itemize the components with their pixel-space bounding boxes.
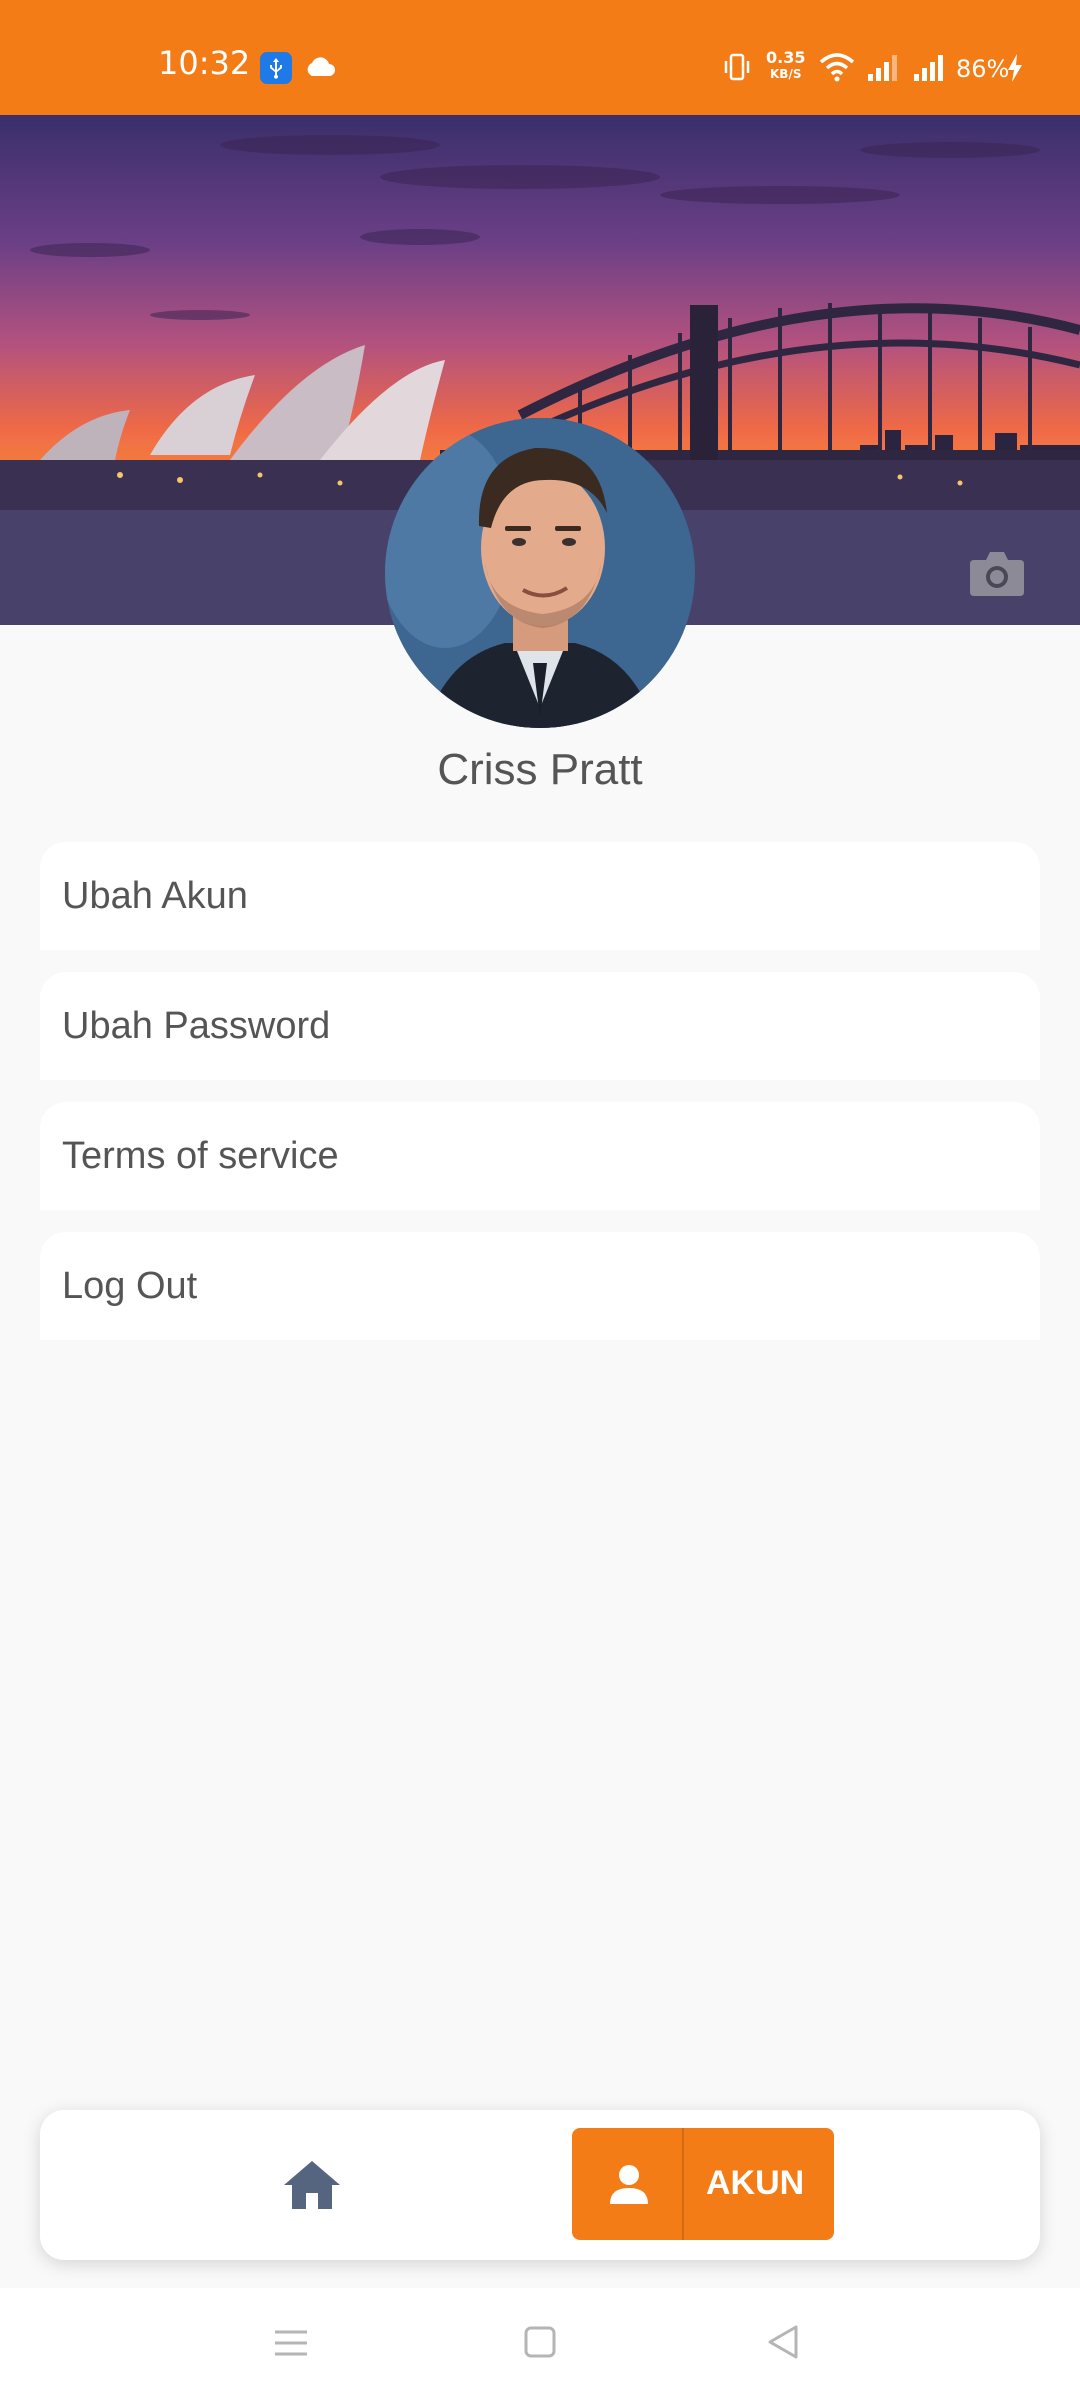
avatar-image	[385, 418, 695, 728]
vibrate-icon	[722, 52, 752, 87]
recent-apps-button[interactable]	[273, 2328, 309, 2363]
menu-item-label: Terms of service	[62, 1134, 339, 1177]
network-speed-unit: KB/S	[770, 67, 802, 81]
menu-item-label: Ubah Password	[62, 1004, 331, 1047]
menu-item-label: Log Out	[62, 1264, 198, 1307]
status-bar: 10:32 0.35 KB/S 86%	[0, 0, 1080, 115]
menu-icon	[275, 2330, 307, 2356]
back-system-button[interactable]	[766, 2324, 800, 2365]
change-cover-photo-button[interactable]	[968, 548, 1026, 598]
battery-level: 86%	[956, 55, 1010, 83]
network-speed-value: 0.35	[766, 48, 806, 67]
menu-item-terms-of-service[interactable]: Terms of service	[40, 1102, 1040, 1210]
menu-item-ubah-akun[interactable]: Ubah Akun	[40, 842, 1040, 950]
nav-akun-label: AKUN	[706, 2164, 805, 2202]
signal-icon	[912, 52, 948, 87]
status-time: 10:32	[158, 44, 251, 82]
nav-divider	[682, 2128, 684, 2240]
charging-icon	[1006, 54, 1024, 87]
cloud-icon	[304, 56, 336, 83]
nav-akun-button[interactable]: AKUN	[572, 2128, 834, 2240]
signal-icon	[866, 52, 902, 87]
system-navigation-bar	[0, 2288, 1080, 2400]
home-system-button[interactable]	[524, 2326, 556, 2363]
wifi-icon	[818, 52, 856, 87]
home-icon	[284, 2161, 340, 2209]
menu-item-label: Ubah Akun	[62, 874, 248, 917]
back-icon	[768, 2325, 798, 2359]
person-icon	[608, 2164, 650, 2209]
usb-icon	[260, 52, 292, 84]
menu-item-log-out[interactable]: Log Out	[40, 1232, 1040, 1340]
network-speed: 0.35 KB/S	[766, 50, 805, 82]
menu-item-ubah-password[interactable]: Ubah Password	[40, 972, 1040, 1080]
square-icon	[524, 2326, 556, 2358]
bottom-navigation: AKUN	[40, 2110, 1040, 2260]
avatar[interactable]	[385, 418, 695, 728]
profile-name: Criss Pratt	[437, 745, 643, 794]
nav-home-button[interactable]	[280, 2157, 344, 2213]
camera-icon	[970, 552, 1024, 596]
